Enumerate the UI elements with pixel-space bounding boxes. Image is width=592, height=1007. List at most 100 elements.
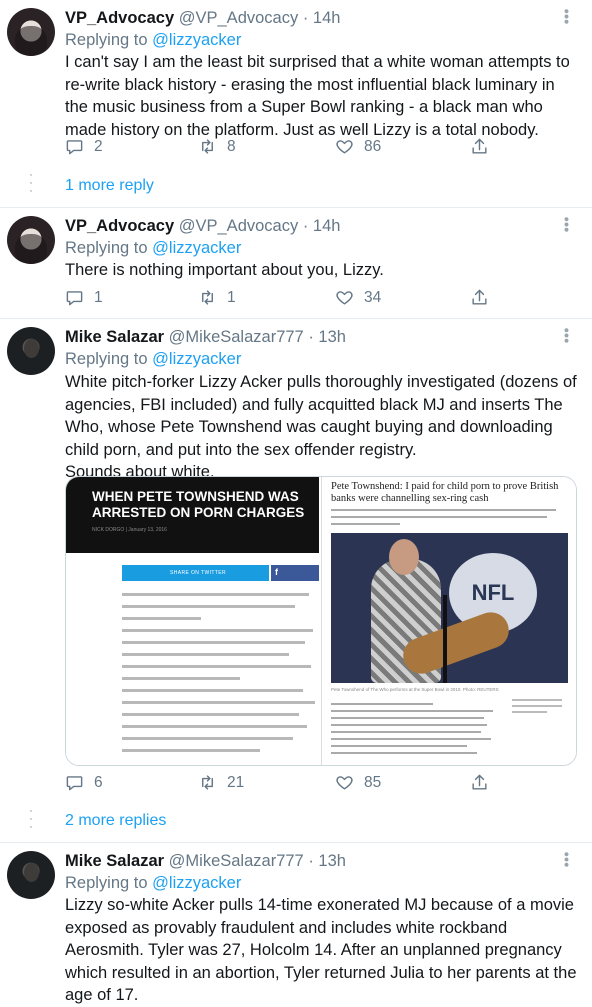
like-button[interactable]: 34: [335, 288, 381, 307]
more-replies-link[interactable]: 1 more reply: [65, 177, 154, 195]
avatar[interactable]: [7, 327, 55, 375]
mention-link[interactable]: @lizzyacker: [152, 874, 241, 892]
user-handle[interactable]: @MikeSalazar777: [169, 852, 304, 870]
user-handle[interactable]: @VP_Advocacy: [179, 9, 298, 27]
reply-count: 6: [94, 773, 103, 791]
replying-to: Replying to @lizzyacker: [65, 350, 241, 369]
facebook-icon: f: [275, 567, 278, 577]
reply-button[interactable]: 1: [65, 288, 103, 307]
heart-icon: [336, 140, 353, 154]
mention-link[interactable]: @lizzyacker: [152, 31, 241, 49]
article-header-banner: WHEN PETE TOWNSHEND WAS ARRESTED ON PORN…: [66, 477, 319, 553]
share-twitter-bar: SHARE ON TWITTER: [122, 565, 269, 581]
replying-to-label: Replying to: [65, 350, 148, 368]
timestamp[interactable]: 13h: [318, 852, 346, 870]
timestamp[interactable]: 14h: [313, 9, 341, 27]
reply-icon: [66, 776, 83, 791]
reply-button[interactable]: 6: [65, 773, 103, 792]
like-count: 86: [364, 137, 382, 155]
separator-dot: ·: [308, 328, 314, 346]
retweet-icon: [202, 290, 213, 305]
tweet-header: Mike Salazar @MikeSalazar777 · 13h: [65, 852, 346, 871]
tweet-text-content: There is nothing important about you, Li…: [65, 261, 384, 279]
separator-dot: ·: [302, 217, 309, 235]
replying-to: Replying to @lizzyacker: [65, 239, 241, 258]
tweet-text: There is nothing important about you, Li…: [65, 259, 577, 282]
more-options-icon[interactable]: •••: [558, 217, 575, 233]
share-icon: [472, 774, 487, 790]
photo-caption: Pete Townshend of The Who performs at th…: [331, 687, 499, 692]
media-attachment[interactable]: WHEN PETE TOWNSHEND WAS ARRESTED ON PORN…: [65, 476, 577, 766]
article-screenshot-left: WHEN PETE TOWNSHEND WAS ARRESTED ON PORN…: [66, 477, 319, 765]
reply-count: 2: [94, 137, 103, 155]
tweet-actions: 6 21 85: [65, 773, 515, 793]
reply-icon: [66, 291, 83, 306]
tweet-text-content: Lizzy so-white Acker pulls 14-time exone…: [65, 896, 577, 1004]
display-name[interactable]: Mike Salazar: [65, 852, 164, 870]
article-intro-lines: [331, 509, 561, 530]
article-byline: NICK DORGO | January 13, 2016: [92, 527, 167, 533]
more-options-icon[interactable]: •••: [558, 852, 575, 868]
article-body-lines: [122, 593, 319, 761]
tweet-text-content: White pitch-forker Lizzy Acker pulls tho…: [65, 373, 577, 459]
retweet-button[interactable]: 1: [198, 288, 236, 307]
retweet-button[interactable]: 21: [198, 773, 244, 792]
avatar-hair: [15, 234, 47, 264]
article-body-lines-right: [331, 703, 501, 759]
display-name[interactable]: Mike Salazar: [65, 328, 164, 346]
user-handle[interactable]: @VP_Advocacy: [179, 217, 298, 235]
replying-to: Replying to @lizzyacker: [65, 31, 241, 50]
share-twitter-label: SHARE ON TWITTER: [170, 570, 227, 576]
avatar[interactable]: [7, 216, 55, 264]
heart-icon: [336, 776, 353, 790]
display-name[interactable]: VP_Advocacy: [65, 9, 174, 27]
retweet-count: 21: [227, 773, 245, 791]
more-options-icon[interactable]: •••: [558, 9, 575, 25]
replying-to-label: Replying to: [65, 239, 148, 257]
like-button[interactable]: 86: [335, 137, 381, 156]
share-icon: [472, 289, 487, 305]
avatar-hair: [15, 26, 47, 56]
heart-icon: [336, 291, 353, 305]
retweet-count: 8: [227, 137, 236, 155]
more-options-icon[interactable]: •••: [558, 328, 575, 344]
timestamp[interactable]: 14h: [313, 217, 341, 235]
tweet-1[interactable]: VP_Advocacy @VP_Advocacy · 14h ••• Reply…: [0, 0, 592, 207]
avatar-face: [24, 339, 39, 358]
thread-connector: [30, 810, 32, 834]
tweet-4[interactable]: Mike Salazar @MikeSalazar777 · 13h ••• R…: [0, 843, 592, 1004]
article-screenshot-right: Pete Townshend: I paid for child porn to…: [321, 477, 576, 765]
retweet-count: 1: [227, 288, 236, 306]
share-facebook-bar: f: [271, 565, 319, 581]
user-handle[interactable]: @MikeSalazar777: [169, 328, 304, 346]
tweet-text: White pitch-forker Lizzy Acker pulls tho…: [65, 371, 577, 484]
share-button[interactable]: [470, 773, 489, 792]
microphone-stand: [443, 595, 447, 683]
replying-to-label: Replying to: [65, 31, 148, 49]
separator-dot: ·: [308, 852, 314, 870]
reply-button[interactable]: 2: [65, 137, 103, 156]
avatar[interactable]: [7, 8, 55, 56]
replying-to-label: Replying to: [65, 874, 148, 892]
retweet-button[interactable]: 8: [198, 137, 236, 156]
tweet-2[interactable]: VP_Advocacy @VP_Advocacy · 14h ••• Reply…: [0, 208, 592, 318]
avatar-face: [24, 863, 39, 882]
timestamp[interactable]: 13h: [318, 328, 346, 346]
tweet-header: Mike Salazar @MikeSalazar777 · 13h: [65, 328, 346, 347]
share-button[interactable]: [470, 288, 489, 307]
mention-link[interactable]: @lizzyacker: [152, 350, 241, 368]
more-replies-link[interactable]: 2 more replies: [65, 812, 166, 830]
avatar[interactable]: [7, 851, 55, 899]
tweet-actions: 2 8 86: [65, 137, 515, 157]
thread-connector: [30, 174, 32, 198]
display-name[interactable]: VP_Advocacy: [65, 217, 174, 235]
like-button[interactable]: 85: [335, 773, 381, 792]
retweet-icon: [202, 139, 213, 154]
share-icon: [472, 138, 487, 154]
tweet-text: I can't say I am the least bit surprised…: [65, 51, 577, 141]
article-headline-right: Pete Townshend: I paid for child porn to…: [331, 481, 559, 504]
tweet-header: VP_Advocacy @VP_Advocacy · 14h: [65, 9, 340, 28]
mention-link[interactable]: @lizzyacker: [152, 239, 241, 257]
tweet-text-content: I can't say I am the least bit surprised…: [65, 53, 570, 139]
share-button[interactable]: [470, 137, 489, 156]
